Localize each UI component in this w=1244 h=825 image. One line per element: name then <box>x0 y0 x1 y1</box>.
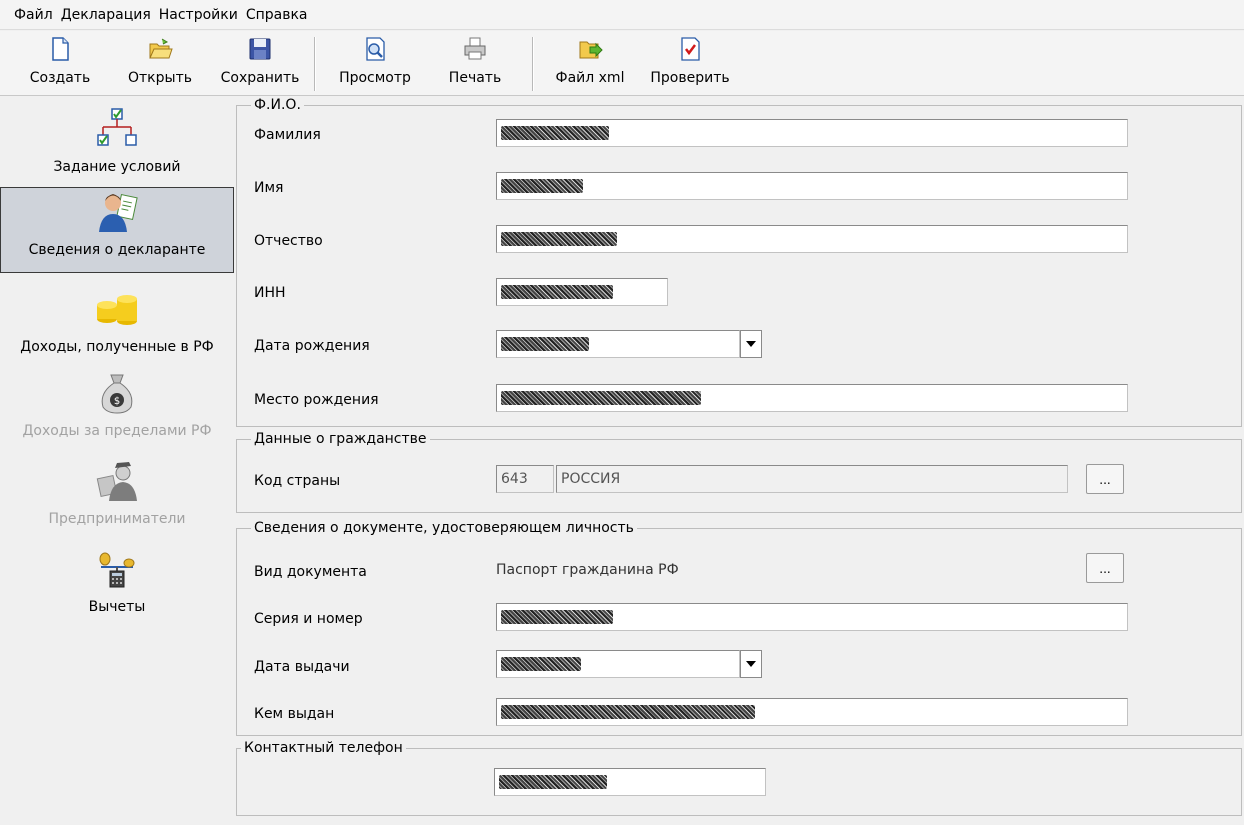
redacted-value <box>501 610 613 624</box>
series-number-input[interactable] <box>496 603 1128 631</box>
document-type-label: Вид документа <box>254 564 367 580</box>
redacted-value <box>501 705 755 719</box>
chevron-down-icon <box>746 341 756 347</box>
xml-file-icon <box>579 41 603 59</box>
open-label: Открыть <box>128 70 192 86</box>
country-code-field[interactable]: 643 <box>496 465 554 493</box>
inn-input[interactable] <box>496 278 668 306</box>
citizenship-group-title: Данные о гражданстве <box>251 430 430 448</box>
money-bag-icon: $ <box>101 374 133 414</box>
nav-label: Сведения о декларанте <box>28 242 206 258</box>
contact-group-title: Контактный телефон <box>241 739 406 757</box>
menu-help[interactable]: Справка <box>242 7 312 23</box>
new-document-icon <box>52 37 69 61</box>
create-button[interactable]: Создать <box>20 33 100 95</box>
nav-deductions[interactable]: Вычеты <box>0 545 234 627</box>
nav-income-rf[interactable]: Доходы, полученные в РФ <box>0 285 234 367</box>
redacted-value <box>501 285 613 299</box>
country-name-field[interactable]: РОССИЯ <box>556 465 1068 493</box>
create-label: Создать <box>29 70 91 86</box>
entrepreneur-icon <box>96 462 137 501</box>
patronymic-label: Отчество <box>254 233 323 249</box>
check-button[interactable]: Проверить <box>640 33 740 95</box>
nav-conditions[interactable]: Задание условий <box>0 105 234 187</box>
redacted-value <box>501 179 583 193</box>
preview-label: Просмотр <box>339 70 411 86</box>
chevron-down-icon <box>746 661 756 667</box>
birthdate-input[interactable] <box>496 330 740 358</box>
declarant-icon <box>99 193 138 232</box>
deductions-icon <box>99 552 135 588</box>
fio-group-title: Ф.И.О. <box>251 96 304 114</box>
nav-declarant[interactable]: Сведения о декларанте <box>0 187 234 273</box>
issue-date-dropdown-button[interactable] <box>740 650 762 678</box>
floppy-disk-icon <box>249 38 271 60</box>
menu-settings[interactable]: Настройки <box>155 7 242 23</box>
nav-income-abroad[interactable]: $ Доходы за пределами РФ <box>0 369 234 451</box>
surname-label: Фамилия <box>254 127 321 143</box>
series-number-label: Серия и номер <box>254 611 363 627</box>
coins-icon <box>97 295 137 325</box>
country-code-label: Код страны <box>254 473 341 489</box>
issue-date-input[interactable] <box>496 650 740 678</box>
menu-bar: Файл Декларация Настройки Справка <box>0 0 1244 30</box>
printer-icon <box>464 37 486 60</box>
left-navigation: Задание условий Сведения о декларанте До… <box>0 97 236 825</box>
check-label: Проверить <box>650 70 730 86</box>
nav-label: Предприниматели <box>48 511 186 527</box>
inn-label: ИНН <box>254 285 286 301</box>
save-button[interactable]: Сохранить <box>215 33 305 95</box>
nav-label: Доходы, полученные в РФ <box>20 339 214 355</box>
save-label: Сохранить <box>220 70 300 86</box>
name-input[interactable] <box>496 172 1128 200</box>
birthplace-input[interactable] <box>496 384 1128 412</box>
redacted-value <box>501 337 589 351</box>
print-label: Печать <box>448 70 502 86</box>
birthdate-dropdown-button[interactable] <box>740 330 762 358</box>
redacted-value <box>499 775 607 789</box>
redacted-value <box>501 657 581 671</box>
birthplace-label: Место рождения <box>254 392 379 408</box>
document-type-browse-button[interactable]: ... <box>1086 553 1124 583</box>
nav-label: Доходы за пределами РФ <box>22 423 212 439</box>
open-button[interactable]: Открыть <box>120 33 200 95</box>
document-group-title: Сведения о документе, удостоверяющем лич… <box>251 519 637 537</box>
menu-file[interactable]: Файл <box>10 7 57 23</box>
redacted-value <box>501 232 617 246</box>
svg-text:$: $ <box>114 396 120 407</box>
magnifier-document-icon <box>366 37 385 61</box>
patronymic-input[interactable] <box>496 225 1128 253</box>
name-label: Имя <box>254 180 284 196</box>
menu-declaration[interactable]: Декларация <box>57 7 155 23</box>
preview-button[interactable]: Просмотр <box>330 33 420 95</box>
surname-input[interactable] <box>496 119 1128 147</box>
toolbar-separator <box>314 37 316 91</box>
nav-entrepreneurs[interactable]: Предприниматели <box>0 457 234 539</box>
xml-file-button[interactable]: Файл xml <box>550 33 630 95</box>
birthdate-label: Дата рождения <box>254 338 370 354</box>
xml-file-label: Файл xml <box>555 70 625 86</box>
issued-by-input[interactable] <box>496 698 1128 726</box>
country-browse-button[interactable]: ... <box>1086 464 1124 494</box>
toolbar: Создать Открыть Сохранить Просмотр Печат… <box>0 31 1244 96</box>
document-type-value: Паспорт гражданина РФ <box>496 562 679 578</box>
open-folder-icon <box>149 38 173 59</box>
conditions-icon <box>97 108 137 146</box>
nav-label: Вычеты <box>88 599 146 615</box>
nav-label: Задание условий <box>53 159 181 175</box>
toolbar-separator <box>532 37 534 91</box>
fio-group: Ф.И.О. <box>236 96 1242 427</box>
redacted-value <box>501 126 609 140</box>
check-document-icon <box>681 37 700 61</box>
phone-input[interactable] <box>494 768 766 796</box>
issued-by-label: Кем выдан <box>254 706 335 722</box>
issue-date-label: Дата выдачи <box>254 659 350 675</box>
print-button[interactable]: Печать <box>435 33 515 95</box>
redacted-value <box>501 391 701 405</box>
